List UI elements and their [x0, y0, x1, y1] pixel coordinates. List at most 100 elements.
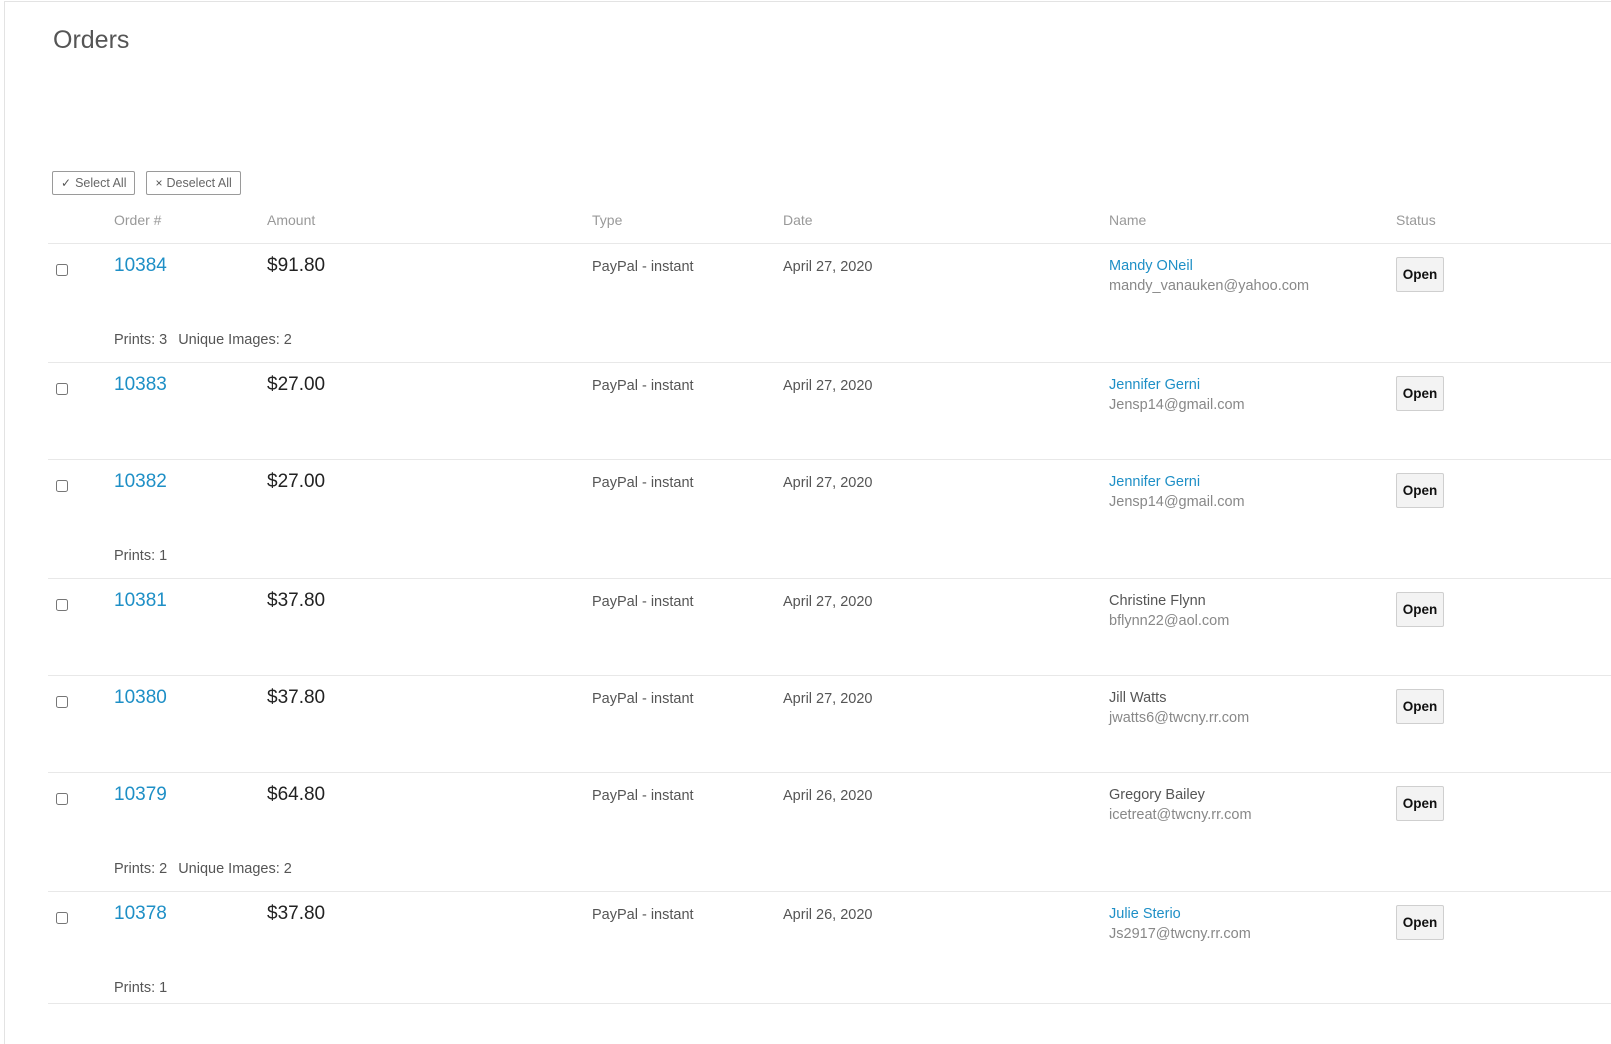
order-amount: $64.80 [267, 784, 326, 805]
status-open-button[interactable]: Open [1396, 905, 1444, 940]
row-checkbox-input[interactable] [56, 599, 68, 611]
order-amount: $91.80 [267, 255, 326, 276]
column-header-date: Date [783, 212, 813, 228]
status-open-button[interactable]: Open [1396, 376, 1444, 411]
status-open-button[interactable]: Open [1396, 786, 1444, 821]
customer-cell: Jill Watts jwatts6@twcny.rr.com [1109, 690, 1249, 726]
order-summary: Prints: 1 [114, 980, 167, 996]
check-icon: ✓ [61, 176, 72, 190]
order-date: April 26, 2020 [783, 907, 873, 923]
prints-count: Prints: 3 [114, 332, 168, 348]
customer-name[interactable]: Jennifer Gerni [1109, 377, 1245, 393]
customer-name: Christine Flynn [1109, 593, 1206, 609]
column-header-status: Status [1396, 212, 1436, 228]
payment-type: PayPal - instant [592, 594, 694, 610]
column-header-amount: Amount [267, 212, 316, 228]
table-row: 10382 $27.00 PayPal - instant April 27, 202… [48, 459, 1611, 578]
column-header-order: Order # [114, 212, 162, 228]
customer-name: Gregory Bailey [1109, 787, 1205, 803]
order-number-link[interactable]: 10382 [114, 471, 167, 492]
order-date: April 27, 2020 [783, 691, 873, 707]
prints-count: Prints: 2 [114, 861, 168, 877]
selection-toolbar: ✓ Select All × Deselect All [52, 171, 241, 195]
prints-count: Prints: 1 [114, 980, 168, 996]
table-row: 10380 $37.80 PayPal - instant April 27, 202… [48, 675, 1611, 772]
row-checkbox-input[interactable] [56, 383, 68, 395]
order-date: April 27, 2020 [783, 259, 873, 275]
order-amount: $37.80 [267, 903, 326, 924]
customer-email: Js2917@twcny.rr.com [1109, 926, 1251, 942]
order-amount: $27.00 [267, 374, 326, 395]
customer-name[interactable]: Jennifer Gerni [1109, 474, 1245, 490]
customer-email: bflynn22@aol.com [1109, 613, 1230, 629]
payment-type: PayPal - instant [592, 259, 694, 275]
payment-type: PayPal - instant [592, 475, 694, 491]
row-checkbox-input[interactable] [56, 480, 68, 492]
customer-name[interactable]: Mandy ONeil [1109, 258, 1309, 274]
order-date: April 26, 2020 [783, 788, 873, 804]
row-select-checkbox[interactable] [56, 911, 68, 929]
customer-email: jwatts6@twcny.rr.com [1109, 710, 1250, 726]
prints-count: Prints: 1 [114, 548, 168, 564]
unique-images-count: Unique Images: 2 [178, 332, 292, 348]
order-summary: Prints: 2 Unique Images: 2 [114, 861, 292, 877]
row-select-checkbox[interactable] [56, 792, 68, 810]
unique-images-count: Unique Images: 2 [178, 861, 292, 877]
order-number-link[interactable]: 10383 [114, 374, 167, 395]
customer-email: mandy_vanauken@yahoo.com [1109, 278, 1310, 294]
customer-email: Jensp14@gmail.com [1109, 397, 1245, 413]
customer-cell: Christine Flynn bflynn22@aol.com [1109, 593, 1229, 629]
column-header-name: Name [1109, 212, 1147, 228]
deselect-all-label: Deselect All [166, 176, 232, 190]
order-number-link[interactable]: 10384 [114, 255, 167, 276]
order-number-link[interactable]: 10381 [114, 590, 167, 611]
order-amount: $37.80 [267, 687, 326, 708]
customer-cell: Gregory Bailey icetreat@twcny.rr.com [1109, 787, 1252, 823]
customer-cell: Julie Sterio Js2917@twcny.rr.com [1109, 906, 1251, 942]
table-header: Order # Amount Type Date Name Status [0, 212, 1611, 232]
row-select-checkbox[interactable] [56, 263, 68, 281]
row-checkbox-input[interactable] [56, 912, 68, 924]
status-open-button[interactable]: Open [1396, 592, 1444, 627]
payment-type: PayPal - instant [592, 788, 694, 804]
select-all-button[interactable]: ✓ Select All [52, 171, 136, 195]
payment-type: PayPal - instant [592, 378, 694, 394]
order-date: April 27, 2020 [783, 378, 873, 394]
order-number-link[interactable]: 10380 [114, 687, 167, 708]
page-title: Orders [53, 26, 130, 54]
row-select-checkbox[interactable] [56, 479, 68, 497]
table-row: 10381 $37.80 PayPal - instant April 27, 202… [48, 578, 1611, 675]
table-row: 10379 $64.80 PayPal - instant April 26, 202… [48, 772, 1611, 891]
order-summary: Prints: 1 [114, 548, 167, 564]
table-bottom-divider [48, 1003, 1611, 1004]
table-row: 10384 $91.80 PayPal - instant April 27, 202… [48, 243, 1611, 362]
table-row: 10383 $27.00 PayPal - instant April 27, 202… [48, 362, 1611, 459]
status-open-button[interactable]: Open [1396, 689, 1444, 724]
order-summary: Prints: 3 Unique Images: 2 [114, 332, 292, 348]
row-checkbox-input[interactable] [56, 696, 68, 708]
orders-list: 10384 $91.80 PayPal - instant April 27, 202… [0, 243, 1611, 1010]
customer-cell: Jennifer Gerni Jensp14@gmail.com [1109, 474, 1245, 510]
status-open-button[interactable]: Open [1396, 473, 1444, 508]
row-select-checkbox[interactable] [56, 382, 68, 400]
order-amount: $27.00 [267, 471, 326, 492]
customer-name[interactable]: Julie Sterio [1109, 906, 1251, 922]
deselect-all-button[interactable]: × Deselect All [146, 171, 241, 195]
order-number-link[interactable]: 10378 [114, 903, 167, 924]
order-amount: $37.80 [267, 590, 326, 611]
customer-cell: Jennifer Gerni Jensp14@gmail.com [1109, 377, 1245, 413]
table-row: 10378 $37.80 PayPal - instant April 26, 202… [48, 891, 1611, 1010]
payment-type: PayPal - instant [592, 907, 694, 923]
row-checkbox-input[interactable] [56, 264, 68, 276]
status-open-button[interactable]: Open [1396, 257, 1444, 292]
customer-cell: Mandy ONeil mandy_vanauken@yahoo.com [1109, 258, 1309, 294]
row-select-checkbox[interactable] [56, 695, 68, 713]
row-select-checkbox[interactable] [56, 598, 68, 616]
customer-name: Jill Watts [1109, 690, 1167, 706]
column-header-type: Type [592, 212, 623, 228]
customer-email: Jensp14@gmail.com [1109, 494, 1245, 510]
order-number-link[interactable]: 10379 [114, 784, 167, 805]
x-icon: × [155, 176, 163, 190]
order-date: April 27, 2020 [783, 594, 873, 610]
row-checkbox-input[interactable] [56, 793, 68, 805]
